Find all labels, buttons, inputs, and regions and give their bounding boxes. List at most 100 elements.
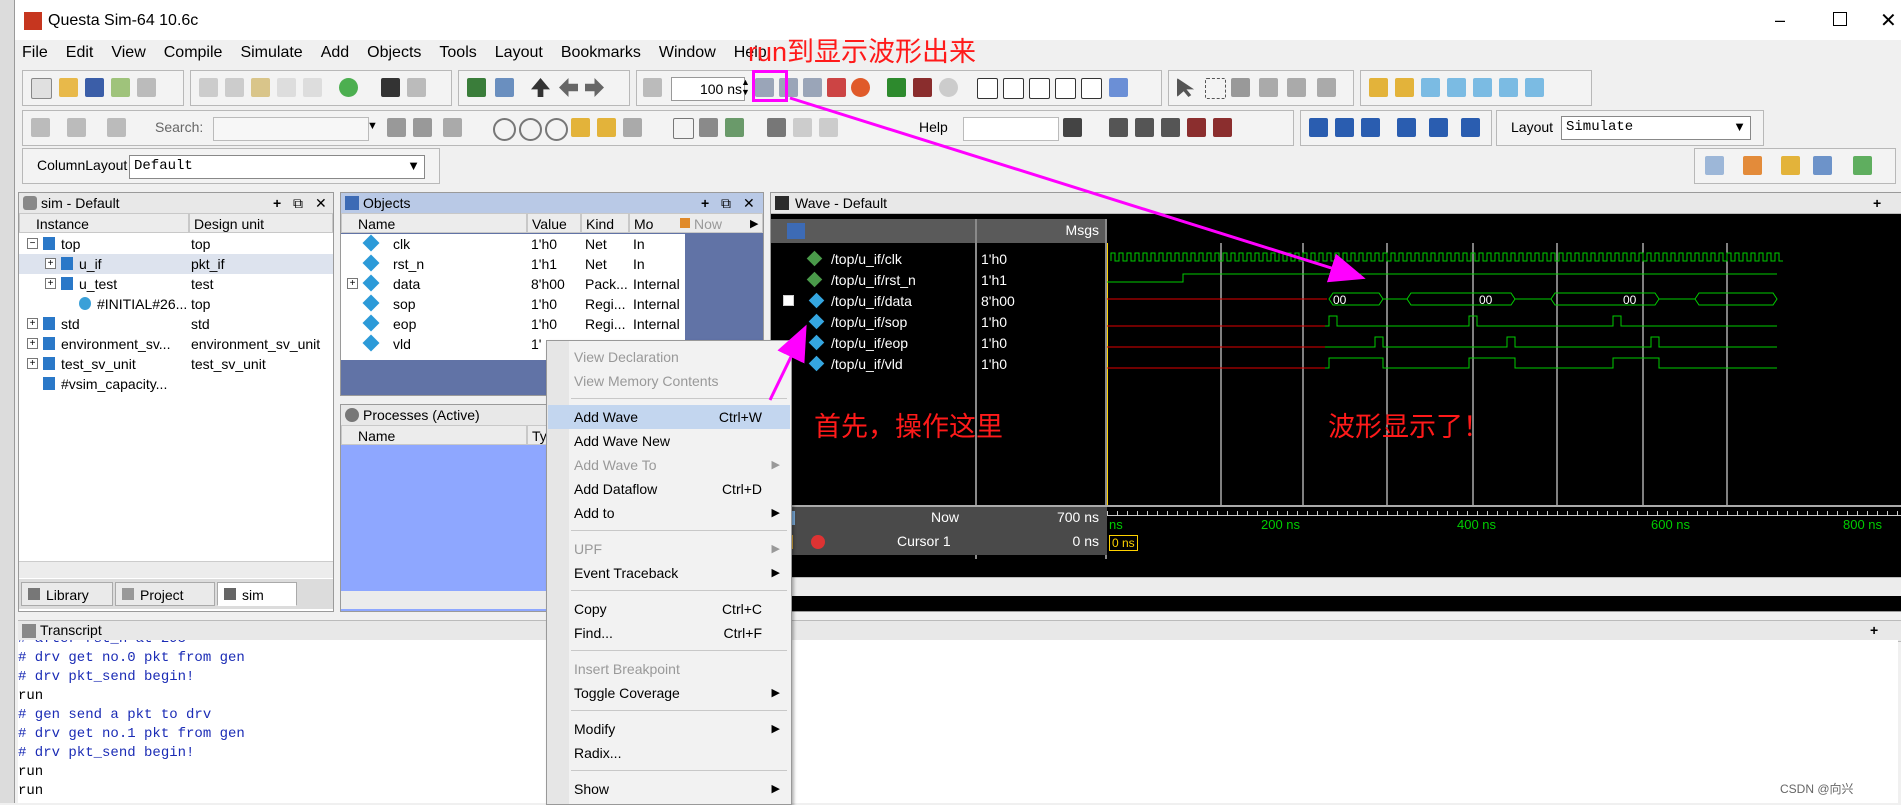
- menu-edit[interactable]: Edit: [66, 44, 94, 61]
- step-over-blue-icon[interactable]: [1335, 118, 1354, 137]
- menu-item-find[interactable]: Find... Ctrl+F: [548, 621, 790, 645]
- expand-icon[interactable]: +: [27, 338, 38, 349]
- step-out-icon[interactable]: [107, 118, 126, 137]
- panel-undock-icon[interactable]: ⧉: [721, 193, 731, 213]
- edge-find-3-icon[interactable]: [1421, 78, 1440, 97]
- wave-filter-all-icon[interactable]: [1081, 78, 1102, 99]
- minimize-icon[interactable]: –: [1775, 10, 1785, 31]
- bookmark-5-icon[interactable]: [1853, 156, 1872, 175]
- expand-icon[interactable]: +: [45, 258, 56, 269]
- step-back-over-icon[interactable]: [1429, 118, 1448, 137]
- col-instance[interactable]: Instance: [19, 213, 189, 233]
- menu-objects[interactable]: Objects: [367, 44, 421, 61]
- back-arrow-icon[interactable]: [559, 78, 578, 97]
- new-file-icon[interactable]: [31, 78, 52, 99]
- search-input[interactable]: [213, 117, 369, 141]
- compile-icon[interactable]: [339, 78, 358, 97]
- menu-view[interactable]: View: [111, 44, 145, 61]
- chevron-down-icon[interactable]: ▼: [407, 158, 420, 173]
- stop-icon[interactable]: [851, 78, 870, 97]
- paste-icon[interactable]: [251, 78, 270, 97]
- zoom-cursor-icon[interactable]: [571, 118, 590, 137]
- performance-icon[interactable]: [887, 78, 906, 97]
- sim-tree-row[interactable]: + u_if pkt_if: [19, 254, 333, 274]
- insert-cursor-icon[interactable]: [673, 118, 694, 139]
- search-options-icon[interactable]: [443, 118, 462, 137]
- edge-find-2-icon[interactable]: [1395, 78, 1414, 97]
- redo-icon[interactable]: [303, 78, 322, 97]
- wave-signal-name[interactable]: /top/u_if/clk: [831, 249, 902, 269]
- wave-filter-o-icon[interactable]: [1003, 78, 1024, 99]
- object-row[interactable]: + data 8'h00 Pack... Internal: [341, 274, 685, 294]
- wave-filter-i-icon[interactable]: [977, 78, 998, 99]
- col-process-name[interactable]: Name: [341, 425, 527, 445]
- debug-4-icon[interactable]: [1187, 118, 1206, 137]
- select-pointer-icon[interactable]: [1177, 78, 1195, 97]
- sim-tree-row[interactable]: #vsim_capacity...: [19, 374, 333, 394]
- wave-signal-name[interactable]: /top/u_if/sop: [831, 312, 907, 332]
- menu-bookmarks[interactable]: Bookmarks: [561, 44, 641, 61]
- wave-hscroll[interactable]: [771, 577, 1901, 596]
- bookmark-1-icon[interactable]: [1705, 156, 1724, 175]
- hand-icon[interactable]: [939, 78, 958, 97]
- menu-file[interactable]: File: [22, 44, 48, 61]
- sim-tree-row[interactable]: + std std: [19, 314, 333, 334]
- tools-icon[interactable]: [1109, 78, 1128, 97]
- debug-1-icon[interactable]: [1109, 118, 1128, 137]
- wave-filter-internal-icon[interactable]: [1055, 78, 1076, 99]
- wave-signal-name[interactable]: /top/u_if/eop: [831, 333, 908, 353]
- col-name[interactable]: Name: [341, 213, 527, 233]
- panel-add-icon[interactable]: +: [1873, 193, 1881, 213]
- objects-scroll-right-icon[interactable]: ▶: [750, 214, 758, 234]
- debug-3-icon[interactable]: [1161, 118, 1180, 137]
- step-icon[interactable]: [31, 118, 50, 137]
- sim-tree-row[interactable]: − top top: [19, 234, 333, 254]
- panel-add-icon[interactable]: +: [701, 193, 709, 213]
- bookmark-3-icon[interactable]: [1781, 156, 1800, 175]
- menu-item-show[interactable]: Show ▶: [548, 777, 790, 801]
- debug-5-icon[interactable]: [1213, 118, 1232, 137]
- close-icon[interactable]: ✕: [1880, 8, 1897, 33]
- step-back-icon[interactable]: [1397, 118, 1416, 137]
- panel-add-icon[interactable]: +: [1870, 622, 1878, 638]
- collapse-icon[interactable]: −: [27, 238, 38, 249]
- edge-find-7-icon[interactable]: [1525, 78, 1544, 97]
- show-drivers-icon[interactable]: [1317, 78, 1336, 97]
- expand-icon[interactable]: +: [45, 278, 56, 289]
- zoom-out-icon[interactable]: [519, 118, 542, 141]
- open-folder-icon[interactable]: [59, 78, 78, 97]
- chevron-down-icon[interactable]: ▼: [1733, 119, 1746, 134]
- sim-tree-row[interactable]: + test_sv_unit test_sv_unit: [19, 354, 333, 374]
- format-icon[interactable]: [407, 78, 426, 97]
- expand-icon[interactable]: +: [27, 318, 38, 329]
- tab-library[interactable]: Library: [21, 582, 113, 606]
- restart-icon[interactable]: [467, 78, 486, 97]
- menu-add[interactable]: Add: [321, 44, 349, 61]
- run-length-input[interactable]: [671, 77, 745, 101]
- search-next-icon[interactable]: [413, 118, 432, 137]
- object-row[interactable]: rst_n 1'h1 Net In: [341, 254, 685, 274]
- expand-icon[interactable]: +: [27, 358, 38, 369]
- tab-project[interactable]: Project: [115, 582, 215, 606]
- col-design-unit[interactable]: Design unit: [189, 213, 333, 233]
- cut-icon[interactable]: [199, 78, 218, 97]
- cursor-delete-icon[interactable]: [811, 535, 825, 549]
- layout-select[interactable]: Simulate ▼: [1561, 116, 1751, 140]
- search-icon[interactable]: [387, 118, 406, 137]
- edge-find-5-icon[interactable]: [1473, 78, 1492, 97]
- step-into-icon[interactable]: [1309, 118, 1328, 137]
- dataflow-icon[interactable]: [1287, 78, 1306, 97]
- sim-hscroll[interactable]: [19, 561, 333, 578]
- move-icon[interactable]: [1231, 78, 1250, 97]
- col-mode[interactable]: Mo Now ▶: [629, 213, 763, 233]
- wave-signal-name[interactable]: /top/u_if/data: [831, 291, 912, 311]
- copy-icon[interactable]: [225, 78, 244, 97]
- wave-filter-io-icon[interactable]: [1029, 78, 1050, 99]
- col-kind[interactable]: Kind: [581, 213, 629, 233]
- zoom-last-icon[interactable]: [623, 118, 642, 137]
- zoom-range-icon[interactable]: [597, 118, 616, 137]
- wave-group-icon[interactable]: [787, 223, 805, 239]
- run-all-icon[interactable]: [803, 78, 822, 97]
- lock-cursor-icon[interactable]: [725, 118, 744, 137]
- waveform-canvas[interactable]: 00 00 00: [1107, 243, 1901, 505]
